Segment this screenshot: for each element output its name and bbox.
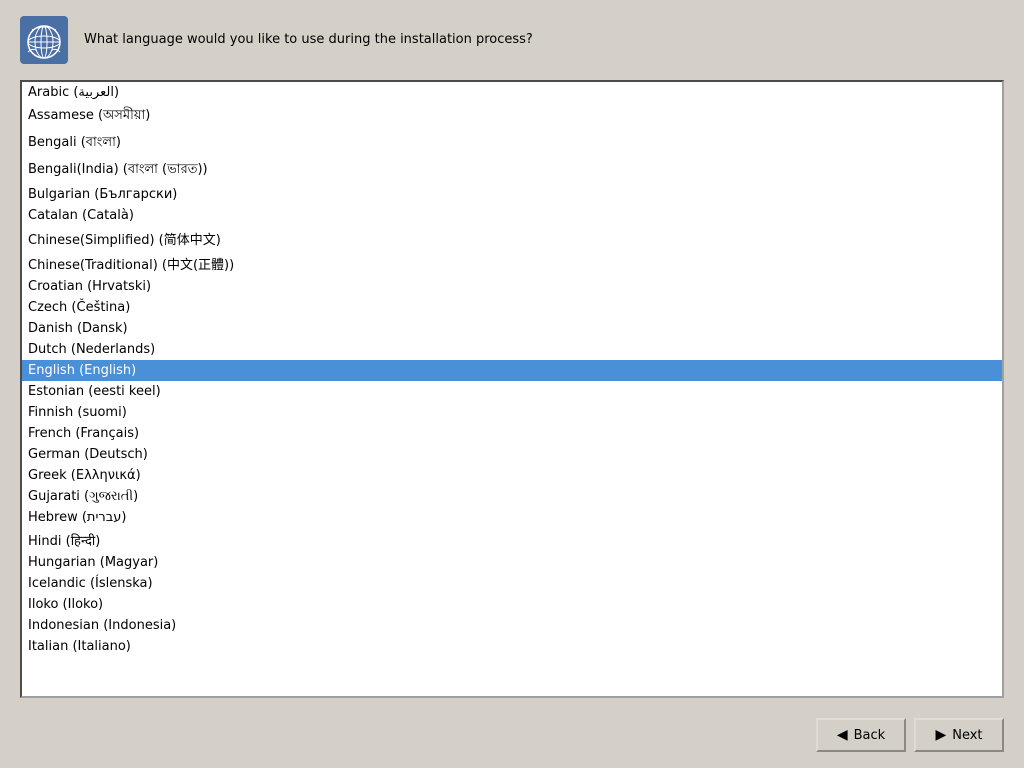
language-item[interactable]: French (Français) (22, 423, 1002, 444)
globe-icon (20, 16, 68, 64)
language-item[interactable]: Hungarian (Magyar) (22, 552, 1002, 573)
language-item[interactable]: Greek (Ελληνικά) (22, 465, 1002, 486)
footer: ◀ Back ▶ Next (0, 708, 1024, 768)
language-item[interactable]: Icelandic (Íslenska) (22, 573, 1002, 594)
language-item[interactable]: German (Deutsch) (22, 444, 1002, 465)
language-item[interactable]: English (English) (22, 360, 1002, 381)
language-item[interactable]: Hebrew (עברית) (22, 507, 1002, 528)
language-item[interactable]: Czech (Čeština) (22, 297, 1002, 318)
language-item[interactable]: Estonian (eesti keel) (22, 381, 1002, 402)
language-list[interactable]: Arabic (العربية)Assamese (অসমীয়া)Bengal… (22, 82, 1002, 696)
language-item[interactable]: Dutch (Nederlands) (22, 339, 1002, 360)
language-item[interactable]: Finnish (suomi) (22, 402, 1002, 423)
language-list-container: Arabic (العربية)Assamese (অসমীয়া)Bengal… (20, 80, 1004, 698)
language-item[interactable]: Catalan (Català) (22, 205, 1002, 226)
next-label: Next (952, 728, 982, 743)
language-item[interactable]: Iloko (Iloko) (22, 594, 1002, 615)
next-button[interactable]: ▶ Next (914, 718, 1004, 752)
back-icon: ◀ (837, 727, 848, 743)
language-item[interactable]: Bulgarian (Български) (22, 184, 1002, 205)
language-item[interactable]: Bengali (বাংলা) (22, 130, 1002, 157)
language-item[interactable]: Danish (Dansk) (22, 318, 1002, 339)
language-item[interactable]: Indonesian (Indonesia) (22, 615, 1002, 636)
language-item[interactable]: Chinese(Traditional) (中文(正體)) (22, 251, 1002, 276)
language-item[interactable]: Hindi (हिन्दी) (22, 528, 1002, 552)
next-icon: ▶ (935, 727, 946, 743)
header-question: What language would you like to use duri… (84, 30, 533, 50)
language-item[interactable]: Italian (Italiano) (22, 636, 1002, 657)
language-item[interactable]: Arabic (العربية) (22, 82, 1002, 103)
language-item[interactable]: Gujarati (ગુજરાતી) (22, 486, 1002, 507)
header: What language would you like to use duri… (0, 0, 1024, 80)
back-label: Back (854, 728, 886, 743)
back-button[interactable]: ◀ Back (816, 718, 906, 752)
language-item[interactable]: Assamese (অসমীয়া) (22, 103, 1002, 130)
language-item[interactable]: Croatian (Hrvatski) (22, 276, 1002, 297)
language-item[interactable]: Chinese(Simplified) (简体中文) (22, 226, 1002, 251)
main-content: Arabic (العربية)Assamese (অসমীয়া)Bengal… (0, 80, 1024, 708)
language-item[interactable]: Bengali(India) (বাংলা (ভারত)) (22, 157, 1002, 184)
